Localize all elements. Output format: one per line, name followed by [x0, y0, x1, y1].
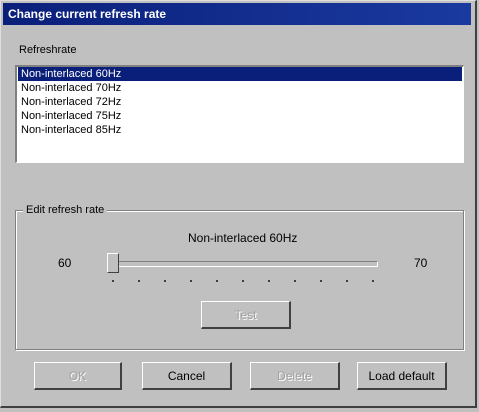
title-bar[interactable]: Change current refresh rate — [3, 3, 471, 25]
ok-button[interactable]: OK — [34, 362, 122, 390]
slider-tick — [268, 280, 270, 282]
slider-tick — [164, 280, 166, 282]
slider-tick — [190, 280, 192, 282]
slider-tick — [294, 280, 296, 282]
refresh-slider-track[interactable] — [113, 261, 378, 267]
test-button[interactable]: Test — [201, 301, 291, 329]
slider-tick — [112, 280, 114, 282]
list-item[interactable]: Non-interlaced 72Hz — [18, 95, 462, 109]
slider-tick — [320, 280, 322, 282]
slider-tick — [216, 280, 218, 282]
refresh-slider-thumb[interactable] — [107, 253, 119, 273]
delete-button[interactable]: Delete — [250, 362, 340, 390]
window-title: Change current refresh rate — [8, 7, 167, 21]
current-mode-label: Non-interlaced 60Hz — [188, 231, 298, 245]
load-default-button[interactable]: Load default — [357, 362, 447, 390]
slider-tick — [346, 280, 348, 282]
slider-tick — [242, 280, 244, 282]
cancel-button[interactable]: Cancel — [142, 362, 232, 390]
refreshrate-label: Refreshrate — [19, 44, 77, 56]
slider-tick — [372, 280, 374, 282]
slider-tick — [138, 280, 140, 282]
edit-refresh-legend: Edit refresh rate — [23, 203, 108, 217]
list-item[interactable]: Non-interlaced 85Hz — [18, 123, 462, 137]
list-item[interactable]: Non-interlaced 75Hz — [18, 109, 462, 123]
list-item[interactable]: Non-interlaced 70Hz — [18, 81, 462, 95]
list-item[interactable]: Non-interlaced 60Hz — [18, 67, 462, 81]
slider-min-label: 60 — [58, 256, 72, 270]
slider-max-label: 70 — [414, 256, 428, 270]
refresh-rate-listbox[interactable]: Non-interlaced 60Hz Non-interlaced 70Hz … — [15, 65, 464, 163]
